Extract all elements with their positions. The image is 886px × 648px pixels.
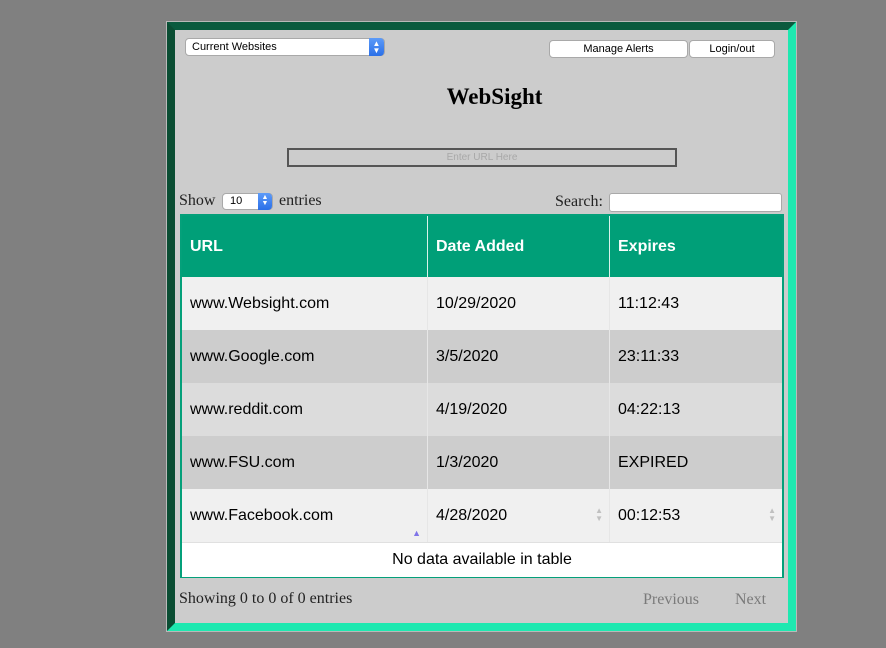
- page-length-value: 10: [230, 195, 243, 207]
- empty-table-message: No data available in table: [182, 542, 782, 577]
- sort-ascending-icon[interactable]: ▲: [412, 507, 421, 560]
- cell-date-added: 4/19/2020: [428, 383, 610, 436]
- websites-table: URL Date Added Expires www.Websight.com …: [180, 214, 784, 578]
- column-header-url[interactable]: URL: [182, 216, 428, 277]
- table-row[interactable]: www.reddit.com 4/19/2020 04:22:13: [182, 383, 782, 436]
- page-length-select[interactable]: 10 ▲ ▼: [222, 193, 273, 210]
- entries-label: entries: [279, 192, 322, 209]
- manage-alerts-button[interactable]: Manage Alerts: [549, 40, 688, 58]
- cell-url: www.Websight.com: [182, 277, 428, 330]
- cell-url: www.Facebook.com ▲: [182, 489, 428, 542]
- column-header-date-added[interactable]: Date Added: [428, 216, 610, 277]
- cell-date-added: 4/28/2020 ▲ ▼: [428, 489, 610, 542]
- page-title: WebSight: [446, 84, 543, 109]
- cell-date-added: 1/3/2020: [428, 436, 610, 489]
- cell-url: www.Google.com: [182, 330, 428, 383]
- view-select[interactable]: Current Websites ▲ ▼: [185, 38, 385, 56]
- cell-expires: 00:12:53 ▲ ▼: [610, 489, 782, 542]
- next-button[interactable]: Next: [735, 591, 766, 609]
- table-header: URL Date Added Expires: [182, 216, 782, 277]
- cell-expires-text: 00:12:53: [618, 507, 681, 524]
- table-info: Showing 0 to 0 of 0 entries: [179, 590, 353, 607]
- cell-date-text: 4/28/2020: [436, 507, 508, 524]
- select-arrows-icon: ▲ ▼: [258, 193, 272, 210]
- cell-url-text: www.Facebook.com: [190, 507, 334, 524]
- sort-both-icon[interactable]: ▲ ▼: [595, 507, 603, 523]
- cell-expires: 11:12:43: [618, 295, 680, 312]
- show-label: Show: [179, 192, 216, 209]
- cell-expires: 04:22:13: [618, 401, 681, 418]
- search-input[interactable]: [609, 193, 782, 212]
- table-row[interactable]: www.Facebook.com ▲ 4/28/2020 ▲ ▼ 00:12:53…: [182, 489, 782, 542]
- previous-button[interactable]: Previous: [643, 591, 699, 609]
- column-header-expires[interactable]: Expires: [610, 216, 782, 277]
- search-label: Search:: [555, 193, 603, 210]
- table-row[interactable]: www.Websight.com 10/29/2020 11:12:43: [182, 277, 782, 330]
- select-arrows-icon: ▲ ▼: [369, 38, 384, 56]
- cell-date-added: 3/5/2020: [428, 330, 610, 383]
- login-button[interactable]: Login/out: [689, 40, 775, 58]
- cell-url: www.reddit.com: [182, 383, 428, 436]
- cell-expires: EXPIRED: [618, 454, 689, 471]
- table-row[interactable]: www.FSU.com 1/3/2020 EXPIRED: [182, 436, 782, 489]
- url-input[interactable]: Enter URL Here: [287, 148, 677, 167]
- cell-url: www.FSU.com: [182, 436, 428, 489]
- view-select-value: Current Websites: [192, 41, 277, 53]
- cell-date-added: 10/29/2020: [428, 277, 610, 330]
- cell-expires: 23:11:33: [618, 348, 680, 365]
- sort-both-icon[interactable]: ▲ ▼: [768, 507, 776, 523]
- table-row[interactable]: www.Google.com 3/5/2020 23:11:33: [182, 330, 782, 383]
